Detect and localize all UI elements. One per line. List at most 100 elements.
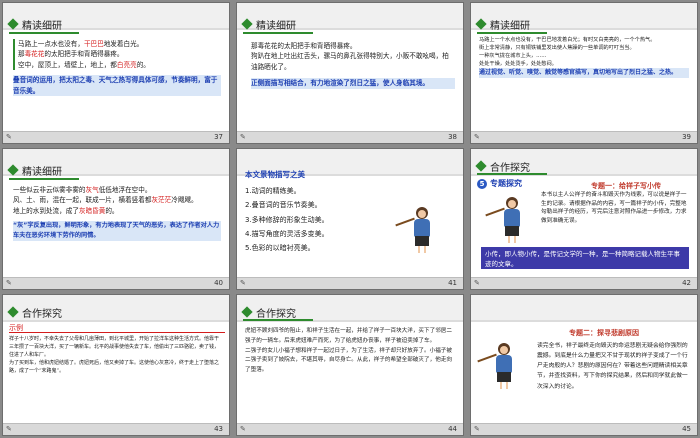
- diamond-icon: [475, 160, 487, 172]
- slide-footer: ✎ 44: [237, 423, 463, 435]
- comment-icon[interactable]: ✎: [6, 425, 12, 433]
- slide-number: 43: [214, 425, 223, 433]
- header-underline: [477, 32, 547, 34]
- number-badge: 5: [477, 178, 487, 189]
- slide-header-title: 合作探究: [22, 308, 62, 320]
- text-line: 风、土、雨，混在一起，联成一片，横着竖着都灰茫茫冷飕飕。: [13, 195, 221, 205]
- slide-header: 精读细研: [241, 17, 296, 32]
- slide-header-title: 精读细研: [490, 20, 530, 32]
- text-line: 马路上一点水也没有，干巴巴地发着白光。: [13, 39, 221, 50]
- paragraph: 二强子的女儿小福子想和祥子一起过日子，为了生活，祥子却只好放弃了。小福子被二强子…: [245, 347, 452, 374]
- teacher-illustration: [477, 343, 517, 389]
- slide-thumbnail-45[interactable]: 专题二：探寻悲剧原因 读完全书，祥子最终走向毁灭的命运悲剧无疑会给你强烈的震撼。…: [470, 294, 698, 436]
- text-line: 马路上一个水点也没有，干巴巴地发着白光；有时又白亮亮的，一个个热气。: [479, 37, 656, 43]
- slide-body: 那毒花花的太阳把手和背晒得暴疼。 狗趴在地上吐出红舌头，骡马的鼻孔张得特别大，小…: [251, 41, 455, 89]
- highlight-word: 灰气: [85, 186, 99, 194]
- list-item: 1.动词的精练美。: [245, 186, 301, 195]
- header-underline: [243, 32, 313, 34]
- slide-number: 38: [448, 133, 457, 141]
- paragraph: 祥子十八岁时，不幸失去了父母和几亩薄田，到北平城里，开始了拉洋车这种生活方式。他…: [9, 336, 220, 358]
- slide-body: 一些似云非云似雾非雾的灰气低低地浮在空中。 风、土、雨，混在一起，联成一片，横着…: [13, 185, 221, 241]
- slide-number: 39: [682, 133, 691, 141]
- slide-footer: ✎ 39: [471, 131, 697, 143]
- slide-thumbnail-41[interactable]: 本文景物描写之美 1.动词的精练美。 2.叠音词的音乐节奏美。 3.多种修辞的形…: [236, 148, 464, 290]
- header-underline: [9, 178, 79, 180]
- topic-title: 专题一：给祥子写小传: [591, 182, 661, 190]
- slide-footer: ✎ 40: [3, 277, 229, 289]
- slide-number: 37: [214, 133, 223, 141]
- slide-header-title: 合作探究: [256, 308, 296, 320]
- slide-body: 本书以主人公祥子的奋斗和毁灭作为线索，可以说是祥子一生的记录。请根据作品的内容，…: [541, 192, 687, 224]
- slide-number: 41: [448, 279, 457, 287]
- text-line: 一种灰气拢在城市上头，……: [479, 53, 547, 60]
- analysis-note: 通过视觉、听觉、嗅觉、触觉等感官描写，真切地写出了烈日之猛、之热。: [479, 68, 689, 78]
- teacher-illustration: [485, 197, 525, 243]
- highlight-word: 灰暗昏黄: [78, 206, 106, 215]
- comment-icon[interactable]: ✎: [6, 133, 12, 141]
- highlight-word: 干巴巴: [83, 40, 104, 48]
- comment-icon[interactable]: ✎: [474, 133, 480, 141]
- comment-icon[interactable]: ✎: [240, 133, 246, 141]
- analysis-note: “灰”字反复出现，鲜明形象，有力地表现了天气的恶劣，表达了作者对人力车夫在恶劣环…: [13, 221, 221, 241]
- analysis-note: 叠音词的运用，把太阳之毒、天气之热写得具体可感，节奏鲜明，富于音乐美。: [13, 75, 221, 97]
- text-span: 一些似云非云似雾非雾的: [13, 186, 86, 194]
- slide-thumbnail-40[interactable]: 精读细研 一些似云非云似雾非雾的灰气低低地浮在空中。 风、土、雨，混在一起，联成…: [2, 148, 230, 290]
- text-line: 狗趴在地上吐出红舌头，骡马的鼻孔张得特别大，小贩不敢吆喝，柏油路晒化了。: [251, 52, 449, 71]
- diamond-icon: [241, 18, 253, 30]
- text-span: 的。: [105, 206, 119, 215]
- comment-icon[interactable]: ✎: [474, 279, 480, 287]
- slide-thumbnail-39[interactable]: 精读细研 马路上一个水点也没有，干巴巴地发着白光；有时又白亮亮的，一个个热气。 …: [470, 2, 698, 144]
- slide-header-title: 精读细研: [256, 20, 296, 32]
- slide-thumbnail-37[interactable]: 精读细研 马路上一点水也没有，干巴巴地发着白光。 那毒花花的太阳把手和背晒得暴疼…: [2, 2, 230, 144]
- header-underline: [243, 319, 313, 321]
- header-underline: [9, 32, 79, 34]
- slide-header: 精读细研: [7, 163, 62, 178]
- diamond-icon: [475, 18, 487, 30]
- slide-header: 精读细研: [7, 17, 62, 32]
- slide-top-band: [471, 295, 697, 322]
- slide-thumbnail-44[interactable]: 合作探究 虎妞不顾刘四爷的阻止，和祥子生活在一起，并给了祥子一百块大洋，买下了邻…: [236, 294, 464, 436]
- comment-icon[interactable]: ✎: [6, 279, 12, 287]
- slide-number: 44: [448, 425, 457, 433]
- diamond-icon: [7, 164, 19, 176]
- text-line: 街上非常清静，只有铜铁铺里发出使人焦躁的一些单调的叮叮当当。: [479, 45, 635, 52]
- diamond-icon: [7, 306, 19, 318]
- analysis-note: 正侧面描写相结合，有力地渲染了烈日之猛，使人身临其境。: [251, 78, 455, 89]
- slide-footer: ✎ 43: [3, 423, 229, 435]
- slide-footer: ✎ 38: [237, 131, 463, 143]
- slide-footer: ✎ 42: [471, 277, 697, 289]
- slide-header-title: 精读细研: [22, 166, 62, 178]
- paragraph: 虎妞不顾刘四爷的阻止，和祥子生活在一起，并给了祥子一百块大洋，买下了邻居二强子的…: [245, 328, 452, 344]
- diamond-icon: [241, 306, 253, 318]
- text-span: 低低地浮在空中。: [98, 186, 152, 194]
- text-span: 地发着白光。: [103, 40, 144, 48]
- teacher-illustration: [395, 207, 435, 253]
- comment-icon[interactable]: ✎: [240, 279, 246, 287]
- slide-header-title: 精读细研: [22, 20, 62, 32]
- text-span: 的。: [136, 60, 150, 69]
- sub-heading-title: 专题探究: [490, 179, 522, 188]
- text-line: 一些似云非云似雾非雾的灰气低低地浮在空中。: [13, 185, 221, 195]
- slide-thumbnail-grid: 精读细研 马路上一点水也没有，干巴巴地发着白光。 那毒花花的太阳把手和背晒得暴疼…: [2, 2, 698, 436]
- text-line: 处处干燥，处处烫手，处处憋闷。: [479, 61, 557, 68]
- slide-thumbnail-43[interactable]: 合作探究 示例 祥子十八岁时，不幸失去了父母和几亩薄田，到北平城里，开始了拉洋车…: [2, 294, 230, 436]
- slide-header: 合作探究: [241, 305, 296, 320]
- diamond-icon: [7, 18, 19, 30]
- slide-footer: ✎ 41: [237, 277, 463, 289]
- text-span: 空中，屋顶上，墙壁上，地上，都: [18, 60, 117, 69]
- slide-body: 虎妞不顾刘四爷的阻止，和祥子生活在一起，并给了祥子一百块大洋，买下了邻居二强子的…: [245, 327, 457, 376]
- slide-thumbnail-42[interactable]: 合作探究 5 专题探究 专题一：给祥子写小传 本书以主人公祥子的奋斗和毁灭作为线…: [470, 148, 698, 290]
- slide-number: 40: [214, 279, 223, 287]
- example-divider: [9, 332, 225, 333]
- text-span: 风、土、雨，混在一起，联成一片，横着竖着都: [13, 196, 152, 205]
- comment-icon[interactable]: ✎: [240, 425, 246, 433]
- text-span: 那: [18, 50, 25, 59]
- section-title: 本文景物描写之美: [245, 170, 305, 179]
- slide-header: 合作探究: [7, 305, 62, 320]
- slide-thumbnail-38[interactable]: 精读细研 那毒花花的太阳把手和背晒得暴疼。 狗趴在地上吐出红舌头，骡马的鼻孔张得…: [236, 2, 464, 144]
- paragraph: 为了买到车，他和虎妞结婚了。虎妞死后，他又卖掉了车。这使他心灰意冷，终于走上了堕…: [9, 360, 220, 374]
- highlight-word: 白亮亮: [116, 60, 137, 69]
- slide-footer: ✎ 37: [3, 131, 229, 143]
- definition-box: 小传，即人物小传，是传记文学的一种，是一种简略记载人物生平事迹的文章。: [481, 247, 689, 269]
- comment-icon[interactable]: ✎: [474, 425, 480, 433]
